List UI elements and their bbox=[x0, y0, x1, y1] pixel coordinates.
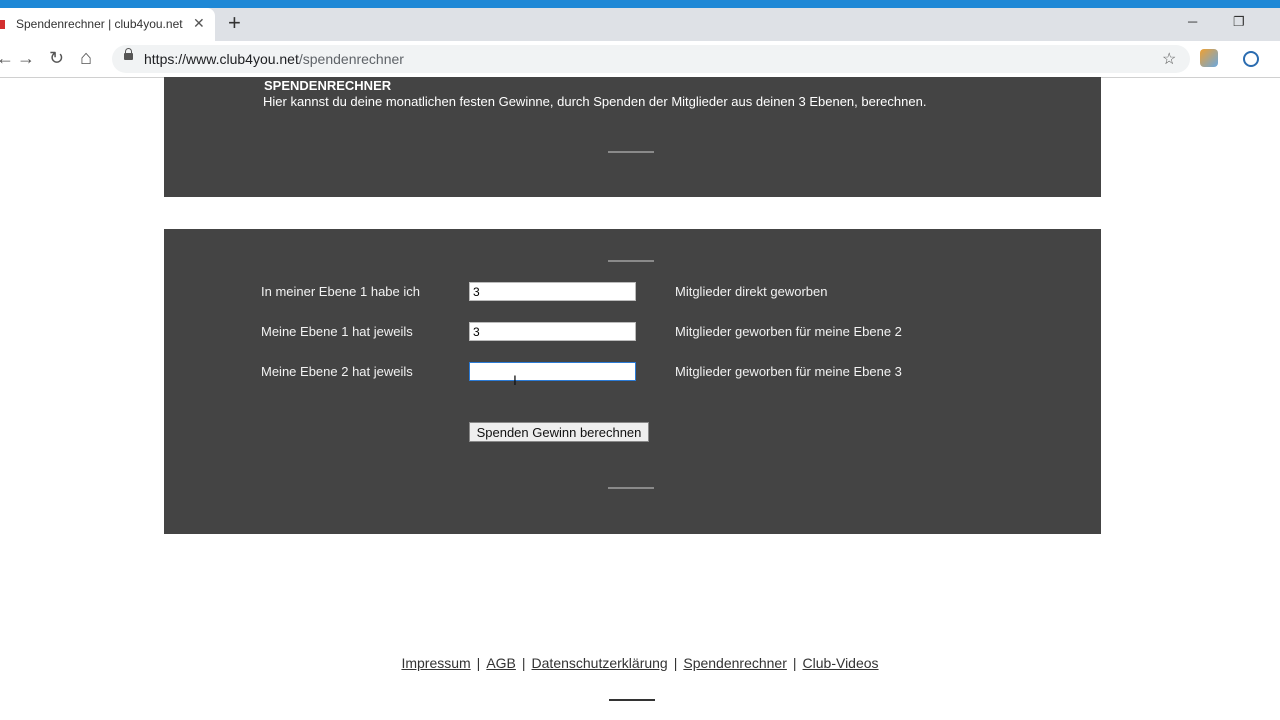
page-title: SPENDENRECHNER bbox=[264, 78, 392, 93]
intro-panel: SPENDENRECHNER Hier kannst du deine mona… bbox=[164, 77, 1101, 197]
divider bbox=[608, 260, 654, 262]
url-text: https://www.club4you.net/spendenrechner bbox=[144, 51, 404, 67]
minimize-button[interactable]: ─ bbox=[1188, 14, 1197, 29]
footer-link-club-videos[interactable]: Club-Videos bbox=[803, 655, 879, 671]
forward-icon[interactable]: → bbox=[17, 48, 35, 68]
ebene1-suffix: Mitglieder direkt geworben bbox=[675, 284, 828, 299]
ebene2-input[interactable] bbox=[469, 322, 636, 341]
footer-separator: | bbox=[521, 655, 526, 671]
reload-icon[interactable]: ↻ bbox=[49, 48, 64, 68]
ebene3-label: Meine Ebene 2 hat jeweils bbox=[261, 364, 413, 379]
tab-title: Spendenrechner | club4you.net bbox=[16, 17, 183, 31]
ebene2-label: Meine Ebene 1 hat jeweils bbox=[261, 324, 413, 339]
text-cursor-icon: I bbox=[513, 372, 517, 388]
browser-toolbar: ← → ↻ ⌂ https://www.club4you.net/spenden… bbox=[0, 41, 1280, 78]
divider bbox=[608, 487, 654, 489]
tab-spendenrechner[interactable]: Spendenrechner | club4you.net ✕ bbox=[0, 8, 215, 41]
profile-extension-icon[interactable] bbox=[1243, 51, 1259, 67]
new-tab-button[interactable]: + bbox=[228, 11, 241, 35]
ebene1-input[interactable] bbox=[469, 282, 636, 301]
footer-separator: | bbox=[673, 655, 678, 671]
footer-link-datenschutz[interactable]: Datenschutzerklärung bbox=[532, 655, 668, 671]
ebene3-input[interactable] bbox=[469, 362, 636, 381]
footer-link-impressum[interactable]: Impressum bbox=[401, 655, 470, 671]
footer-separator: | bbox=[792, 655, 797, 671]
address-bar[interactable]: https://www.club4you.net/spendenrechner … bbox=[112, 45, 1190, 73]
ebene2-suffix: Mitglieder geworben für meine Ebene 2 bbox=[675, 324, 902, 339]
tab-bar: Spendenrechner | club4you.net ✕ + ─ ❐ bbox=[0, 8, 1280, 41]
url-path: /spendenrechner bbox=[298, 51, 404, 67]
footer-link-agb[interactable]: AGB bbox=[486, 655, 516, 671]
url-domain: https://www.club4you.net bbox=[144, 51, 299, 67]
home-icon[interactable]: ⌂ bbox=[80, 48, 92, 68]
bookmark-star-icon[interactable]: ☆ bbox=[1162, 49, 1176, 69]
ebene3-suffix: Mitglieder geworben für meine Ebene 3 bbox=[675, 364, 902, 379]
window-top-strip bbox=[0, 0, 1280, 8]
calculate-button[interactable]: Spenden Gewinn berechnen bbox=[469, 422, 649, 442]
restore-button[interactable]: ❐ bbox=[1233, 14, 1245, 30]
footer-divider bbox=[609, 699, 655, 701]
calculator-panel: In meiner Ebene 1 habe ich Mitglieder di… bbox=[164, 229, 1101, 534]
intro-text: Hier kannst du deine monatlichen festen … bbox=[263, 94, 927, 109]
tab-close-icon[interactable]: ✕ bbox=[193, 15, 205, 32]
footer-nav: Impressum | AGB | Datenschutzerklärung | Spend… bbox=[0, 655, 1280, 671]
back-icon[interactable]: ← bbox=[0, 48, 14, 68]
favicon-icon bbox=[0, 20, 5, 29]
divider bbox=[608, 151, 654, 153]
footer-separator: | bbox=[476, 655, 481, 671]
footer-link-spendenrechner[interactable]: Spendenrechner bbox=[683, 655, 787, 671]
lock-icon bbox=[124, 48, 133, 60]
extension-icon[interactable] bbox=[1200, 49, 1218, 67]
ebene1-label: In meiner Ebene 1 habe ich bbox=[261, 284, 420, 299]
